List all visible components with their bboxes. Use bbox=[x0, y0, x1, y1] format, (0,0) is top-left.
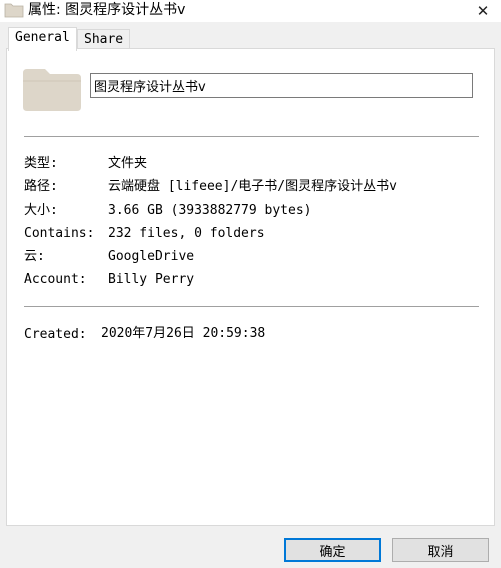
divider bbox=[24, 136, 479, 137]
cancel-button-label: 取消 bbox=[427, 544, 454, 560]
ok-button-label: 确定 bbox=[319, 544, 346, 560]
tab-general[interactable]: General bbox=[8, 27, 77, 51]
tab-general-label: General bbox=[15, 30, 70, 45]
path-value: 云端硬盘 [lifeee]/电子书/图灵程序设计丛书v bbox=[108, 179, 397, 194]
account-value: Billy Perry bbox=[108, 272, 195, 287]
size-label: 大小: bbox=[24, 203, 58, 218]
path-label: 路径: bbox=[24, 179, 58, 194]
close-icon: ✕ bbox=[476, 2, 490, 20]
type-value: 文件夹 bbox=[108, 156, 148, 171]
folder-icon bbox=[4, 3, 24, 18]
contains-label: Contains: bbox=[24, 226, 95, 241]
contains-value: 232 files, 0 folders bbox=[108, 226, 265, 241]
window-title: 属性: 图灵程序设计丛书v bbox=[28, 2, 186, 18]
close-button[interactable]: ✕ bbox=[465, 0, 501, 22]
title-bar: 属性: 图灵程序设计丛书v ✕ bbox=[0, 0, 501, 22]
created-value: 2020年7月26日 20:59:38 bbox=[101, 326, 266, 341]
ok-button[interactable]: 确定 bbox=[284, 538, 381, 562]
divider bbox=[24, 306, 479, 307]
tab-share-label: Share bbox=[84, 32, 124, 47]
folder-name-input[interactable] bbox=[90, 73, 473, 98]
type-label: 类型: bbox=[24, 156, 58, 171]
tab-share[interactable]: Share bbox=[77, 29, 131, 49]
created-label: Created: bbox=[24, 327, 87, 342]
folder-icon bbox=[23, 69, 81, 111]
size-value: 3.66 GB (3933882779 bytes) bbox=[108, 203, 312, 218]
cloud-value: GoogleDrive bbox=[108, 249, 195, 264]
cancel-button[interactable]: 取消 bbox=[392, 538, 489, 562]
cloud-label: 云: bbox=[24, 249, 45, 264]
account-label: Account: bbox=[24, 272, 87, 287]
